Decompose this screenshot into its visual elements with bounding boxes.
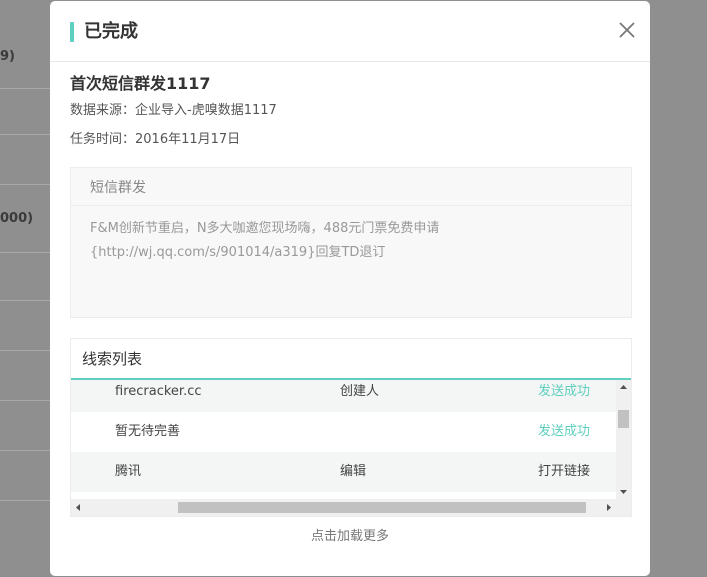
modal-header: 已完成 <box>50 1 650 62</box>
header-accent-bar <box>70 22 74 42</box>
scrollbar-corner <box>616 499 631 516</box>
horizontal-scroll-thumb[interactable] <box>178 502 586 513</box>
task-detail-modal: 已完成 首次短信群发1117 数据来源：企业导入-虎嗅数据1117 任务时间：2… <box>50 1 650 576</box>
lead-row[interactable]: 暂无待完善 发送成功 <box>71 412 616 452</box>
triangle-up-icon <box>620 385 627 389</box>
load-more-link[interactable]: 点击加载更多 <box>50 527 650 547</box>
data-source-text: 数据来源：企业导入-虎嗅数据1117 <box>70 103 277 118</box>
modal-title: 已完成 <box>84 21 138 42</box>
background-fragment: 000) <box>0 211 34 226</box>
triangle-down-icon <box>620 490 627 494</box>
sms-panel: 短信群发 F&M创新节重启，N多大咖邀您现场嗨，488元门票免费申请 {http… <box>70 167 632 318</box>
sms-panel-divider <box>71 205 631 206</box>
background-divider <box>0 450 50 451</box>
lead-status: 打开链接 <box>538 464 591 479</box>
background-right-area <box>650 0 707 577</box>
task-time-text: 任务时间：2016年11月17日 <box>70 132 241 147</box>
leads-panel: 线索列表 firecracker.cc 创建人 发送成功 暂无待完善 发送成功 … <box>70 338 632 517</box>
lead-status: 发送成功 <box>538 424 591 439</box>
leads-list[interactable]: firecracker.cc 创建人 发送成功 暂无待完善 发送成功 腾讯 编辑… <box>71 380 616 499</box>
sms-content: F&M创新节重启，N多大咖邀您现场嗨，488元门票免费申请 {http://wj… <box>90 217 610 265</box>
close-button[interactable] <box>614 17 640 43</box>
background-divider <box>0 400 50 401</box>
scroll-down-arrow[interactable] <box>616 484 631 499</box>
background-divider <box>0 500 50 501</box>
close-icon <box>619 22 635 38</box>
background-divider <box>0 350 50 351</box>
lead-name: firecracker.cc <box>115 384 202 399</box>
triangle-right-icon <box>607 504 611 511</box>
triangle-left-icon <box>76 504 80 511</box>
horizontal-scrollbar[interactable] <box>71 499 616 516</box>
sms-panel-title: 短信群发 <box>90 180 146 196</box>
background-divider <box>0 134 50 135</box>
scroll-up-arrow[interactable] <box>616 380 631 395</box>
scroll-right-arrow[interactable] <box>601 499 616 516</box>
background-fragment: 9) <box>0 49 15 64</box>
background-divider <box>0 300 50 301</box>
lead-name: 腾讯 <box>115 464 142 479</box>
leads-panel-title: 线索列表 <box>82 350 143 368</box>
background-divider <box>0 88 50 89</box>
background-divider <box>0 252 50 253</box>
lead-row[interactable]: firecracker.cc 创建人 发送成功 <box>71 380 616 412</box>
lead-row[interactable]: 腾讯 编辑 打开链接 <box>71 452 616 492</box>
lead-status: 发送成功 <box>538 384 591 399</box>
scroll-left-arrow[interactable] <box>71 499 86 516</box>
lead-role: 创建人 <box>340 384 380 399</box>
sms-content-line: {http://wj.qq.com/s/901014/a319}回复TD退订 <box>90 245 386 260</box>
task-title: 首次短信群发1117 <box>70 74 211 93</box>
lead-name: 暂无待完善 <box>115 424 181 439</box>
lead-role: 编辑 <box>340 464 367 479</box>
sms-content-line: F&M创新节重启，N多大咖邀您现场嗨，488元门票免费申请 <box>90 221 440 236</box>
background-divider <box>0 184 50 185</box>
vertical-scrollbar[interactable] <box>616 380 631 499</box>
vertical-scroll-thumb[interactable] <box>618 410 629 428</box>
